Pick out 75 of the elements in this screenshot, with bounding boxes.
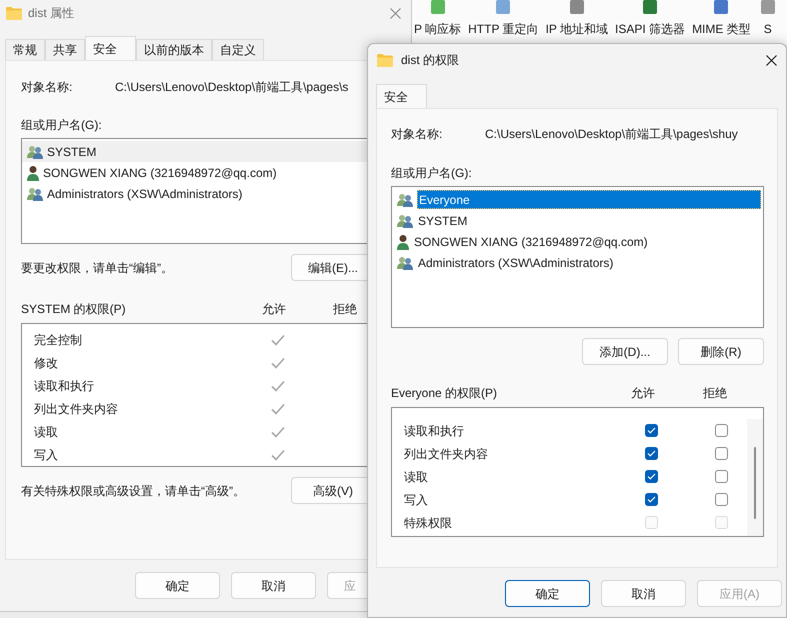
scrollbar-thumb[interactable] — [754, 447, 756, 519]
window-title: dist 的权限 — [401, 52, 460, 69]
dialog-button[interactable]: 确定 — [135, 572, 220, 599]
permission-name: 完全控制 — [34, 332, 83, 348]
dialog-button[interactable]: 取消 — [231, 572, 316, 599]
feature-label[interactable]: IP 地址和域 — [546, 20, 608, 38]
remove-button[interactable]: 删除(R) — [678, 338, 764, 365]
permission-name: 写入 — [34, 446, 59, 464]
permission-name: 读取 — [404, 468, 429, 486]
permission-name: 读取和执行 — [404, 422, 465, 440]
allow-header: 允许 — [262, 301, 287, 318]
folder-icon — [377, 54, 393, 66]
deny-header: 拒绝 — [333, 301, 357, 318]
feature-label[interactable]: S — [764, 20, 772, 38]
tab[interactable]: 安全 — [85, 36, 136, 60]
checkbox[interactable] — [715, 424, 728, 437]
user-group-icon — [27, 186, 43, 200]
object-name-label: 对象名称: — [21, 79, 74, 96]
permission-name: 特殊权限 — [404, 514, 453, 532]
deny-header: 拒绝 — [703, 385, 727, 402]
permission-name: 读取和执行 — [34, 378, 95, 394]
check-icon — [647, 450, 656, 457]
permission-name: 读取 — [34, 424, 59, 440]
tab[interactable]: 共享 — [45, 39, 85, 60]
checkbox[interactable] — [645, 493, 658, 506]
user-name[interactable]: Everyone — [417, 190, 761, 209]
close-icon[interactable] — [766, 54, 777, 66]
user-group-icon — [27, 144, 43, 158]
dialog-button[interactable]: 取消 — [601, 580, 686, 607]
tab[interactable]: 以前的版本 — [136, 39, 212, 60]
user-name[interactable]: SONGWEN XIANG (3216948972@qq.com) — [43, 164, 277, 182]
user-name[interactable]: SYSTEM — [417, 211, 761, 230]
permissions-label: Everyone 的权限(P) — [391, 385, 498, 402]
tab[interactable]: 安全 — [376, 84, 427, 108]
checkbox[interactable] — [645, 447, 658, 460]
user-name[interactable]: Administrators (XSW\Administrators) — [47, 184, 242, 202]
object-name-label: 对象名称: — [391, 126, 444, 143]
checkbox[interactable] — [715, 493, 728, 506]
user-group-icon — [397, 256, 413, 270]
permission-name: 列出文件夹内容 — [404, 446, 489, 462]
permission-name: 列出文件夹内容 — [34, 400, 119, 418]
user-group-icon — [397, 192, 413, 206]
user-name[interactable]: SYSTEM — [47, 142, 96, 160]
add-button[interactable]: 添加(D)... — [582, 338, 668, 365]
user-name[interactable]: SONGWEN XIANG (3216948972@qq.com) — [413, 232, 761, 251]
feature-label[interactable]: MIME 类型 — [692, 20, 751, 38]
checkbox[interactable] — [715, 470, 728, 483]
users-label: 组或用户名(G): — [391, 165, 473, 182]
check-icon — [647, 473, 656, 480]
user-name[interactable]: Administrators (XSW\Administrators) — [417, 253, 761, 272]
feature-label[interactable]: HTTP 重定向 — [468, 20, 539, 38]
permissions-label: SYSTEM 的权限(P) — [21, 301, 127, 318]
feature-label[interactable]: ISAPI 筛选器 — [615, 20, 686, 38]
check-icon — [647, 496, 656, 503]
folder-icon — [6, 6, 22, 20]
edit-hint: 要更改权限，请单击“编辑”。 — [21, 260, 174, 276]
object-path: C:\Users\Lenovo\Desktop\前端工具\pages\shuy — [485, 126, 738, 143]
permission-name: 修改 — [34, 354, 59, 372]
advanced-hint: 有关特殊权限或高级设置，请单击“高级”。 — [21, 482, 246, 500]
checkbox[interactable] — [645, 470, 658, 483]
permission-name: 写入 — [404, 492, 429, 508]
checkbox[interactable] — [715, 447, 728, 460]
user-icon — [27, 164, 39, 180]
dialog-button[interactable]: 确定 — [505, 580, 590, 607]
object-path: C:\Users\Lenovo\Desktop\前端工具\pages\s — [115, 79, 348, 96]
user-icon — [397, 234, 409, 250]
users-label: 组或用户名(G): — [21, 117, 103, 134]
tab[interactable]: 常规 — [5, 39, 45, 60]
feature-label[interactable]: P 响应标 — [414, 20, 462, 38]
user-group-icon — [397, 214, 413, 228]
allow-header: 允许 — [631, 385, 656, 402]
check-icon — [647, 427, 656, 434]
checkbox[interactable] — [645, 424, 658, 437]
window-title: dist 属性 — [28, 5, 74, 22]
tab[interactable]: 自定义 — [212, 39, 264, 60]
